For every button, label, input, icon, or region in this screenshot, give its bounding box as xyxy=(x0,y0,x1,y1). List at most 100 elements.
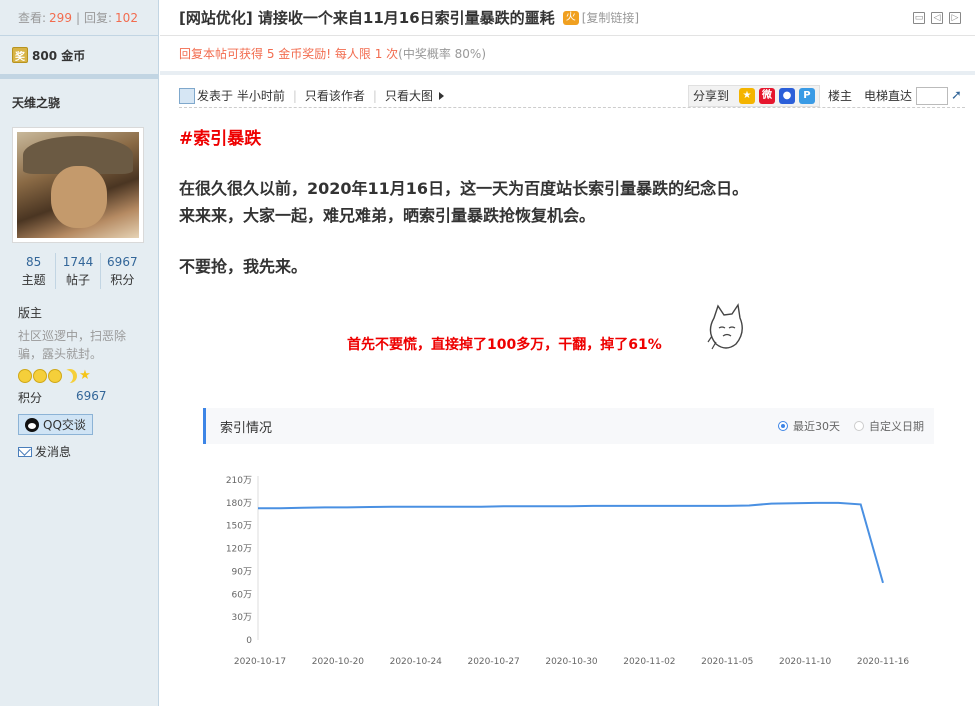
stat-posts[interactable]: 1744 帖子 xyxy=(56,253,101,289)
x-tick-label: 2020-11-05 xyxy=(701,657,753,667)
stat-points[interactable]: 6967 积分 xyxy=(101,253,144,289)
jump-go-icon[interactable]: ➚ xyxy=(951,88,965,103)
points-label: 积分 xyxy=(18,391,43,405)
stat-topics-value: 85 xyxy=(26,255,42,269)
y-tick-label: 150万 xyxy=(226,522,252,532)
baidu-icon[interactable]: ● xyxy=(778,87,795,104)
replies-count: 102 xyxy=(115,10,138,25)
stat-topics[interactable]: 85 主题 xyxy=(12,253,57,289)
post-body: #索引暴跌 在很久很久以前，2020年11月16日，这一天为百度站长索引量暴跌的… xyxy=(179,124,749,353)
radio-custom-date[interactable]: 自定义日期 xyxy=(854,418,924,434)
chart-title: 索引情况 xyxy=(220,420,273,436)
post-line-3: 不要抢，我先来。 xyxy=(179,257,308,276)
y-tick-label: 120万 xyxy=(226,545,252,555)
floor-label: 楼主 xyxy=(827,89,852,103)
date-range-radios: 最近30天 自定义日期 xyxy=(778,418,934,434)
post-red-note: 首先不要慌，直接掉了100多万，干翻，掉了61% xyxy=(347,337,662,353)
reward-text: 回复本帖可获得 5 金币奖励! 每人限 1 次 xyxy=(179,47,399,61)
thread-title-bar: [网站优化] 请接收一个来自11月16日索引量暴跌的噩耗 火 [复制链接] ▭ … xyxy=(160,0,975,36)
stats-separator: | xyxy=(75,10,80,25)
stat-posts-label: 帖子 xyxy=(65,273,90,287)
print-icon[interactable]: ▭ xyxy=(913,12,925,24)
big-image-link[interactable]: 只看大图 xyxy=(385,87,433,104)
chart-header: 索引情况 最近30天 自定义日期 xyxy=(203,408,934,444)
index-series-line xyxy=(258,501,884,584)
envelope-icon xyxy=(18,446,32,457)
qq-chat-button[interactable]: QQ交谈 xyxy=(18,414,93,435)
radio-recent-30[interactable]: 最近30天 xyxy=(778,418,840,434)
user-signature: 社区巡逻中，扫恶除骗，露头就封。 xyxy=(18,329,127,361)
radio-dot-icon xyxy=(778,421,788,431)
points-value: 6967 xyxy=(76,389,107,403)
author-sidebar: 查看: 299 | 回复: 102 奖 800 金币 天维之骁 85 主题 17… xyxy=(0,0,159,706)
reward-probability: (中奖概率 80%) xyxy=(398,47,487,61)
send-message-link[interactable]: 发消息 xyxy=(0,435,158,460)
moon-icon xyxy=(63,369,77,383)
avatar[interactable] xyxy=(12,127,144,243)
coin-icon: 奖 xyxy=(12,47,28,63)
sun-icon xyxy=(33,369,47,383)
x-tick-label: 2020-11-10 xyxy=(779,657,832,667)
user-group: 版主 xyxy=(18,306,43,320)
replies-label: 回复: xyxy=(84,11,113,25)
index-chart-card: 索引情况 最近30天 自定义日期 0 30万 60万 90万 120万 150万 180万 2… xyxy=(203,408,934,698)
x-tick-label: 2020-10-20 xyxy=(312,657,365,667)
y-tick-label: 210万 xyxy=(226,476,252,486)
level-medals: ★ xyxy=(0,363,158,385)
weibo-icon[interactable]: 微 xyxy=(758,87,775,104)
stat-points-label: 积分 xyxy=(110,273,135,287)
x-tick-label: 2020-11-16 xyxy=(857,657,910,667)
next-thread-icon[interactable]: ▷ xyxy=(949,12,961,24)
post-line-1: 在很久很久以前，2020年11月16日，这一天为百度站长索引量暴跌的纪念日。 xyxy=(179,179,749,198)
thread-stats: 查看: 299 | 回复: 102 xyxy=(0,0,158,36)
avatar-image xyxy=(17,132,139,238)
tieba-icon[interactable]: P xyxy=(798,87,815,104)
reply-reward-notice: 回复本帖可获得 5 金币奖励! 每人限 1 次 (中奖概率 80%) xyxy=(160,36,975,75)
qq-chat-label: QQ交谈 xyxy=(43,418,86,432)
y-tick-label: 30万 xyxy=(232,613,252,623)
triangle-right-icon xyxy=(438,91,444,100)
coin-reward: 奖 800 金币 xyxy=(0,36,158,74)
thread-title: [网站优化] 请接收一个来自11月16日索引量暴跌的噩耗 xyxy=(179,9,555,27)
y-tick-label: 90万 xyxy=(232,567,252,577)
post-line-2: 来来来，大家一起，难兄难弟，晒索引量暴跌抢恢复机会。 xyxy=(179,206,596,225)
x-tick-label: 2020-10-17 xyxy=(234,657,286,667)
author-name[interactable]: 天维之骁 xyxy=(0,79,158,119)
emoticon-icon xyxy=(707,303,743,350)
post-content: [网站优化] 请接收一个来自11月16日索引量暴跌的噩耗 火 [复制链接] ▭ … xyxy=(160,0,975,706)
stat-topics-label: 主题 xyxy=(21,273,46,287)
qzone-icon[interactable]: ★ xyxy=(738,87,755,104)
jump-label: 电梯直达 xyxy=(863,89,912,103)
coin-amount: 800 金币 xyxy=(32,48,86,63)
radio-dot-icon xyxy=(854,421,864,431)
hot-icon: 火 xyxy=(562,10,579,25)
thread-tools: ▭ ◁ ▷ xyxy=(913,12,961,24)
only-author-link[interactable]: 只看该作者 xyxy=(305,87,365,104)
y-tick-label: 180万 xyxy=(226,499,252,509)
posted-time: 发表于 半小时前 xyxy=(197,89,285,103)
prev-thread-icon[interactable]: ◁ xyxy=(931,12,943,24)
views-count: 299 xyxy=(49,10,72,25)
copy-link[interactable]: [复制链接] xyxy=(582,9,639,26)
x-tick-label: 2020-10-24 xyxy=(390,657,443,667)
share-bar: 分享到 ★ 微 ● P xyxy=(687,84,820,107)
qq-icon xyxy=(25,417,39,432)
post-hashtag[interactable]: #索引暴跌 xyxy=(179,124,748,149)
floor-jump-input[interactable] xyxy=(916,86,948,105)
index-line-chart: 0 30万 60万 90万 120万 150万 180万 210万 2020-10-17 2020… xyxy=(226,476,910,667)
y-tick-label: 60万 xyxy=(232,590,252,600)
radio-recent-label: 最近30天 xyxy=(793,420,840,433)
star-icon: ★ xyxy=(79,368,91,383)
author-stats: 85 主题 1744 帖子 6967 积分 xyxy=(12,253,144,289)
stat-points-value: 6967 xyxy=(107,255,138,269)
y-tick-label: 0 xyxy=(246,636,252,646)
share-group: 分享到 ★ 微 ● P 楼主 电梯直达 ➚ xyxy=(687,84,965,107)
share-label: 分享到 xyxy=(692,89,729,103)
x-tick-label: 2020-10-27 xyxy=(467,657,519,667)
send-message-label: 发消息 xyxy=(35,445,72,459)
sun-icon xyxy=(18,369,32,383)
sun-icon xyxy=(48,369,62,383)
post-meta-bar: 发表于 半小时前 | 只看该作者 | 只看大图 分享到 ★ 微 ● P 楼主 电… xyxy=(179,84,965,108)
views-label: 查看: xyxy=(18,11,47,25)
radio-custom-label: 自定义日期 xyxy=(869,420,924,433)
